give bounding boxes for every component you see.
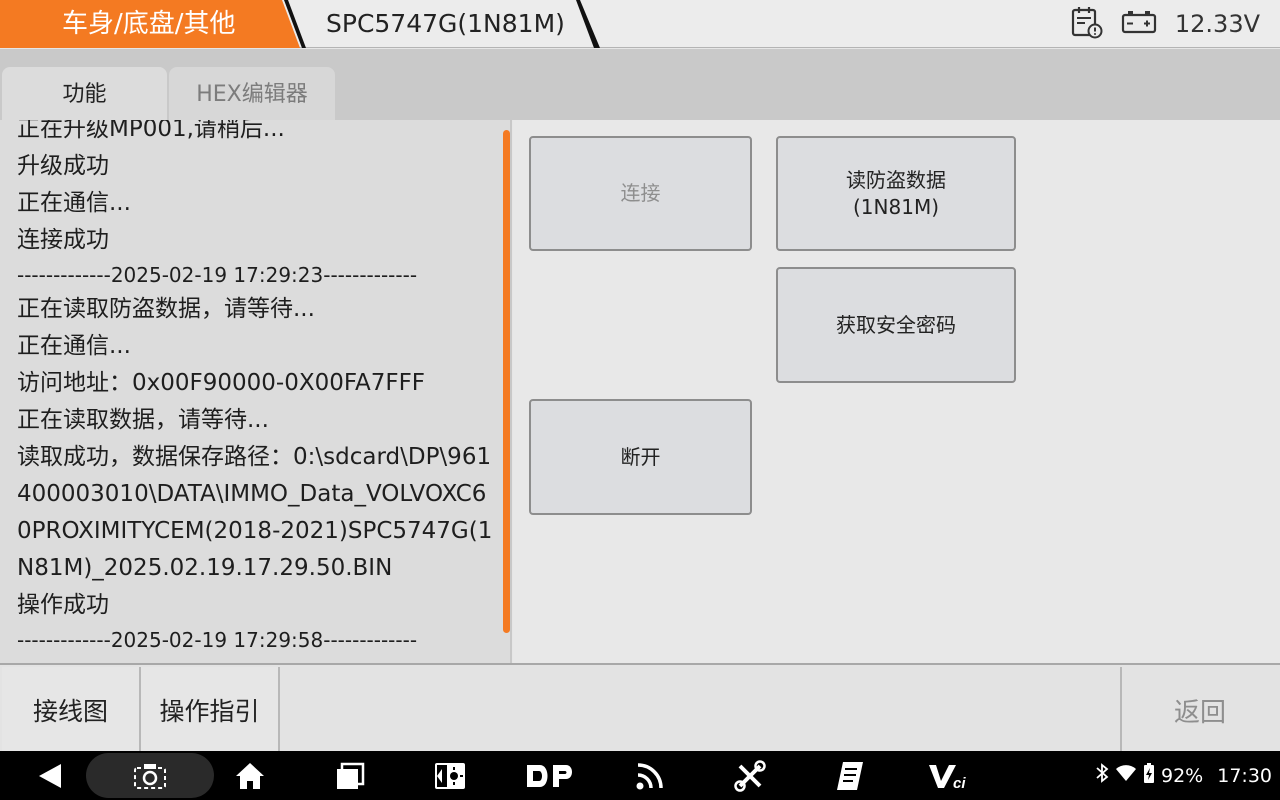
bottom-toolbar: 接线图 操作指引 返回 bbox=[0, 663, 1280, 753]
tools-icon[interactable] bbox=[730, 751, 770, 800]
log-line: 正在通信... bbox=[17, 190, 131, 216]
wiring-diagram-button[interactable]: 接线图 bbox=[2, 667, 141, 753]
system-status-area: 92% 17:30 bbox=[1095, 751, 1272, 800]
brightness-icon[interactable] bbox=[430, 751, 470, 800]
log-line: 连接成功 bbox=[17, 227, 109, 253]
battery-icon bbox=[1121, 9, 1157, 40]
log-line: 正在读取数据，请等待... bbox=[17, 407, 269, 433]
battery-status-icon bbox=[1143, 762, 1155, 789]
connect-button[interactable]: 连接 bbox=[529, 136, 752, 251]
tab-hex-editor[interactable]: HEX编辑器 bbox=[169, 67, 335, 120]
log-line: 读取成功，数据保存路径：0:\sdcard\DP\961400003010\DA… bbox=[17, 444, 493, 581]
battery-percent: 92% bbox=[1161, 764, 1204, 787]
rss-icon[interactable] bbox=[630, 751, 670, 800]
log-line: 操作成功 bbox=[17, 592, 109, 618]
tab-function[interactable]: 功能 bbox=[2, 67, 167, 120]
operation-guide-button[interactable]: 操作指引 bbox=[141, 667, 280, 753]
log-line: 正在通信... bbox=[17, 333, 131, 359]
svg-text:ci: ci bbox=[953, 775, 966, 790]
home-icon[interactable] bbox=[230, 751, 270, 800]
screenshot-camera-icon[interactable] bbox=[130, 751, 170, 800]
log-line: 正在读取防盗数据，请等待... bbox=[17, 296, 315, 322]
header-status: 12.33V bbox=[1071, 0, 1260, 48]
log-separator: -------------2025-02-19 17:29:23--------… bbox=[17, 263, 418, 287]
read-immo-data-label: 读防盗数据 bbox=[846, 167, 946, 192]
log-content: 正在升级MP001,请稍后... 升级成功 正在通信... 连接成功 -----… bbox=[17, 120, 499, 656]
read-immo-data-button[interactable]: 读防盗数据 (1N81M) bbox=[776, 136, 1016, 251]
action-panel: 连接 读防盗数据 (1N81M) 获取安全密码 断开 bbox=[513, 120, 1280, 663]
back-triangle-icon[interactable] bbox=[30, 751, 70, 800]
log-separator: -------------2025-02-19 17:29:58--------… bbox=[17, 628, 418, 652]
breadcrumb-category[interactable]: 车身/底盘/其他 bbox=[0, 0, 300, 48]
breadcrumb-module[interactable]: SPC5747G(1N81M) bbox=[300, 0, 565, 48]
clock: 17:30 bbox=[1217, 764, 1272, 787]
read-immo-data-sublabel: (1N81M) bbox=[853, 194, 939, 219]
log-line: 正在升级MP001,请稍后... bbox=[17, 120, 285, 142]
back-button[interactable]: 返回 bbox=[1120, 667, 1278, 753]
breadcrumb-separator bbox=[576, 0, 600, 48]
header-bar: 车身/底盘/其他 SPC5747G(1N81M) 12.33V bbox=[0, 0, 1280, 48]
tab-bar: 功能 HEX编辑器 bbox=[0, 49, 1280, 120]
vci-icon[interactable]: ci bbox=[925, 751, 975, 800]
wifi-icon bbox=[1115, 764, 1137, 787]
diagnostic-screen: 车身/底盘/其他 SPC5747G(1N81M) 12.33V 功能 HEX编辑… bbox=[0, 0, 1280, 800]
notes-icon[interactable] bbox=[830, 751, 870, 800]
log-line: 访问地址：0x00F90000-0X00FA7FFF bbox=[17, 370, 426, 396]
get-security-code-button[interactable]: 获取安全密码 bbox=[776, 267, 1016, 383]
log-scrollbar[interactable] bbox=[503, 130, 510, 633]
log-panel[interactable]: 正在升级MP001,请稍后... 升级成功 正在通信... 连接成功 -----… bbox=[0, 120, 512, 663]
voltage-readout: 12.33V bbox=[1174, 10, 1260, 38]
report-clock-icon[interactable] bbox=[1071, 5, 1103, 44]
log-line: 升级成功 bbox=[17, 153, 109, 179]
disconnect-button[interactable]: 断开 bbox=[529, 399, 752, 515]
bluetooth-icon bbox=[1095, 763, 1109, 788]
system-nav-bar: ci 92% 17:30 bbox=[0, 751, 1280, 800]
dp-logo-icon[interactable] bbox=[522, 751, 578, 800]
recents-icon[interactable] bbox=[330, 751, 370, 800]
